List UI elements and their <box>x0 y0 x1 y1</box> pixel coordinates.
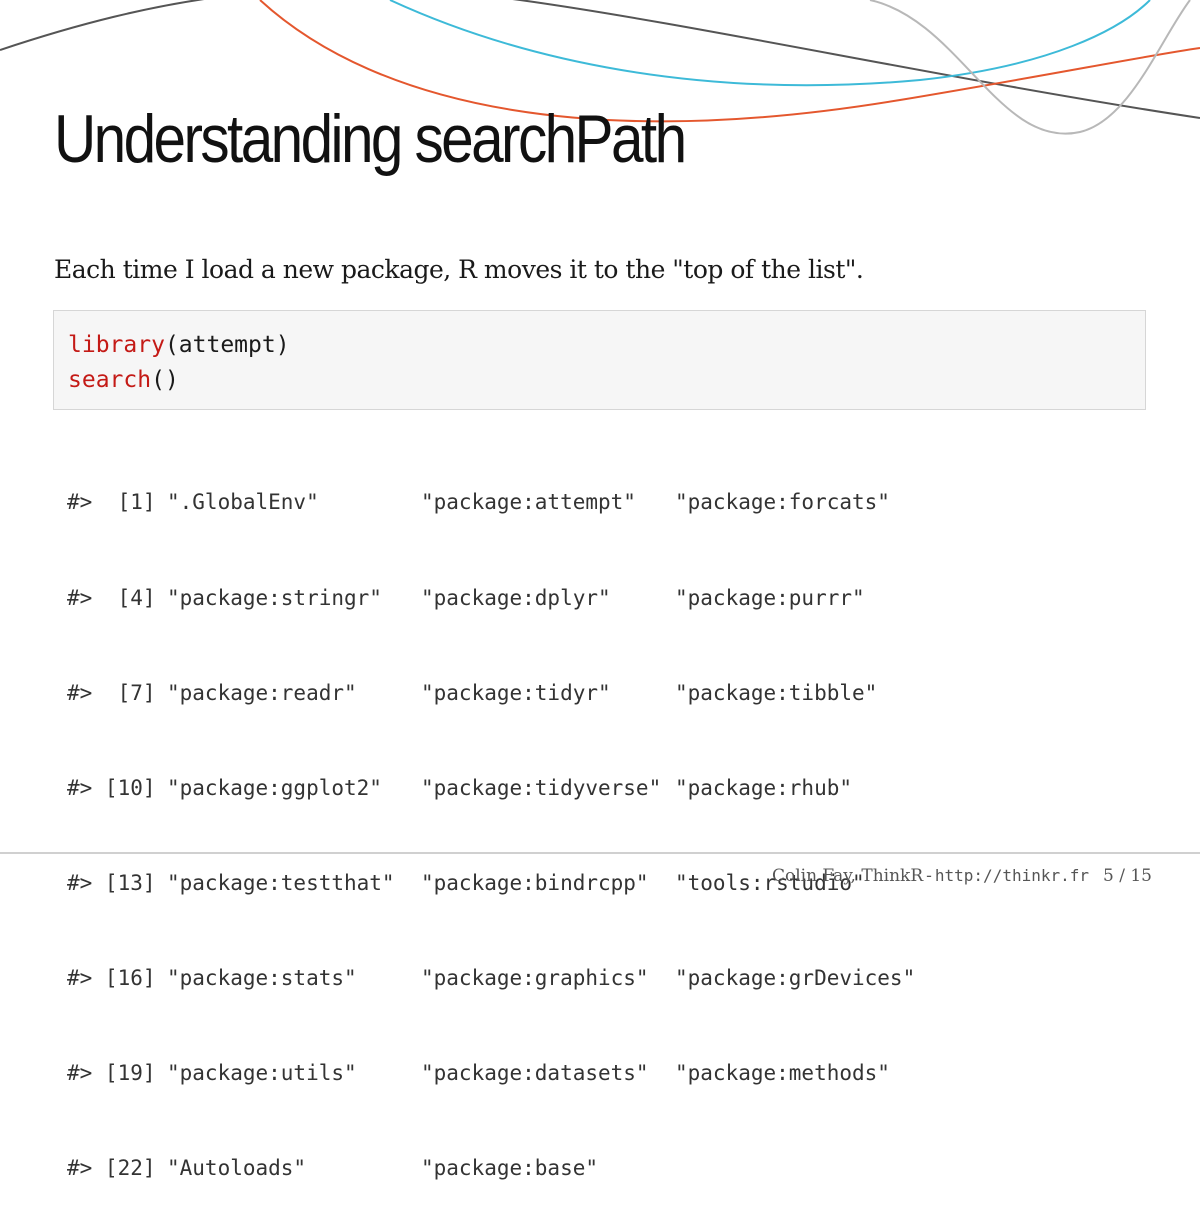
console-output: #> [1] ".GlobalEnv" "package:attempt" "pack… <box>67 424 915 1216</box>
footer-author: Colin Fay, ThinkR <box>771 866 924 886</box>
output-row: #> [22] "Autoloads" "package:base" <box>67 1153 915 1185</box>
footer-divider <box>0 852 1200 854</box>
output-value: "package:tidyverse" <box>421 775 662 800</box>
output-index: #> [1] <box>67 490 156 515</box>
output-value: ".GlobalEnv" <box>167 490 319 515</box>
slide-footer: Colin Fay, ThinkR - http://thinkr.fr 5 / 15 <box>772 866 1152 886</box>
output-row: #> [7] "package:readr" "package:tidyr" "pac… <box>67 678 915 710</box>
output-value: "package:forcats" <box>675 490 890 515</box>
output-index: #> [4] <box>67 585 156 610</box>
page-number: 5 / 15 <box>1103 866 1152 886</box>
output-value: "package:graphics" <box>421 965 649 990</box>
output-value: "package:methods" <box>675 1060 890 1085</box>
gray-curve <box>869 0 1191 135</box>
footer-separator: - <box>926 866 932 886</box>
footer-url-link[interactable]: http://thinkr.fr <box>935 866 1089 885</box>
output-value: "package:purrr" <box>675 585 865 610</box>
output-value: "package:rhub" <box>675 775 853 800</box>
code-line-2: search() <box>68 363 1145 398</box>
intro-paragraph: Each time I load a new package, R moves … <box>54 255 864 284</box>
output-index: #> [22] <box>67 1156 156 1181</box>
output-row: #> [19] "package:utils" "package:datasets"… <box>67 1058 915 1090</box>
output-value: "package:testthat" <box>167 870 395 895</box>
code-function-name: search <box>68 367 152 393</box>
output-index: #> [10] <box>67 775 156 800</box>
output-value: "package:readr" <box>167 680 357 705</box>
slide-title: Understanding searchPath <box>54 101 687 177</box>
output-row: #> [4] "package:stringr" "package:dplyr" "p… <box>67 583 915 615</box>
output-value: "package:grDevices" <box>675 965 916 990</box>
output-value: "package:tibble" <box>675 680 878 705</box>
output-value: "package:base" <box>421 1156 599 1181</box>
code-function-name: library <box>68 332 165 358</box>
output-value: "package:stats" <box>167 965 357 990</box>
output-value: "package:datasets" <box>421 1060 649 1085</box>
output-row: #> [1] ".GlobalEnv" "package:attempt" "pack… <box>67 487 915 519</box>
code-line-1: library(attempt) <box>68 328 1145 363</box>
output-index: #> [16] <box>67 965 156 990</box>
output-value: "package:tidyr" <box>421 680 611 705</box>
output-value: "package:attempt" <box>421 490 636 515</box>
code-block: library(attempt) search() <box>53 310 1146 410</box>
output-index: #> [7] <box>67 680 156 705</box>
output-index: #> [13] <box>67 870 156 895</box>
code-arguments: (attempt) <box>164 332 290 358</box>
output-index: #> [19] <box>67 1060 156 1085</box>
output-value: "Autoloads" <box>167 1156 307 1181</box>
output-value: "package:utils" <box>167 1060 357 1085</box>
output-row: #> [10] "package:ggplot2" "package:tidyver… <box>67 773 915 805</box>
output-row: #> [16] "package:stats" "package:graphics"… <box>67 963 915 995</box>
output-value: "package:stringr" <box>167 585 382 610</box>
output-value: "package:bindrcpp" <box>421 870 649 895</box>
output-value: "package:ggplot2" <box>167 775 382 800</box>
code-arguments: () <box>151 367 179 393</box>
output-value: "package:dplyr" <box>421 585 611 610</box>
